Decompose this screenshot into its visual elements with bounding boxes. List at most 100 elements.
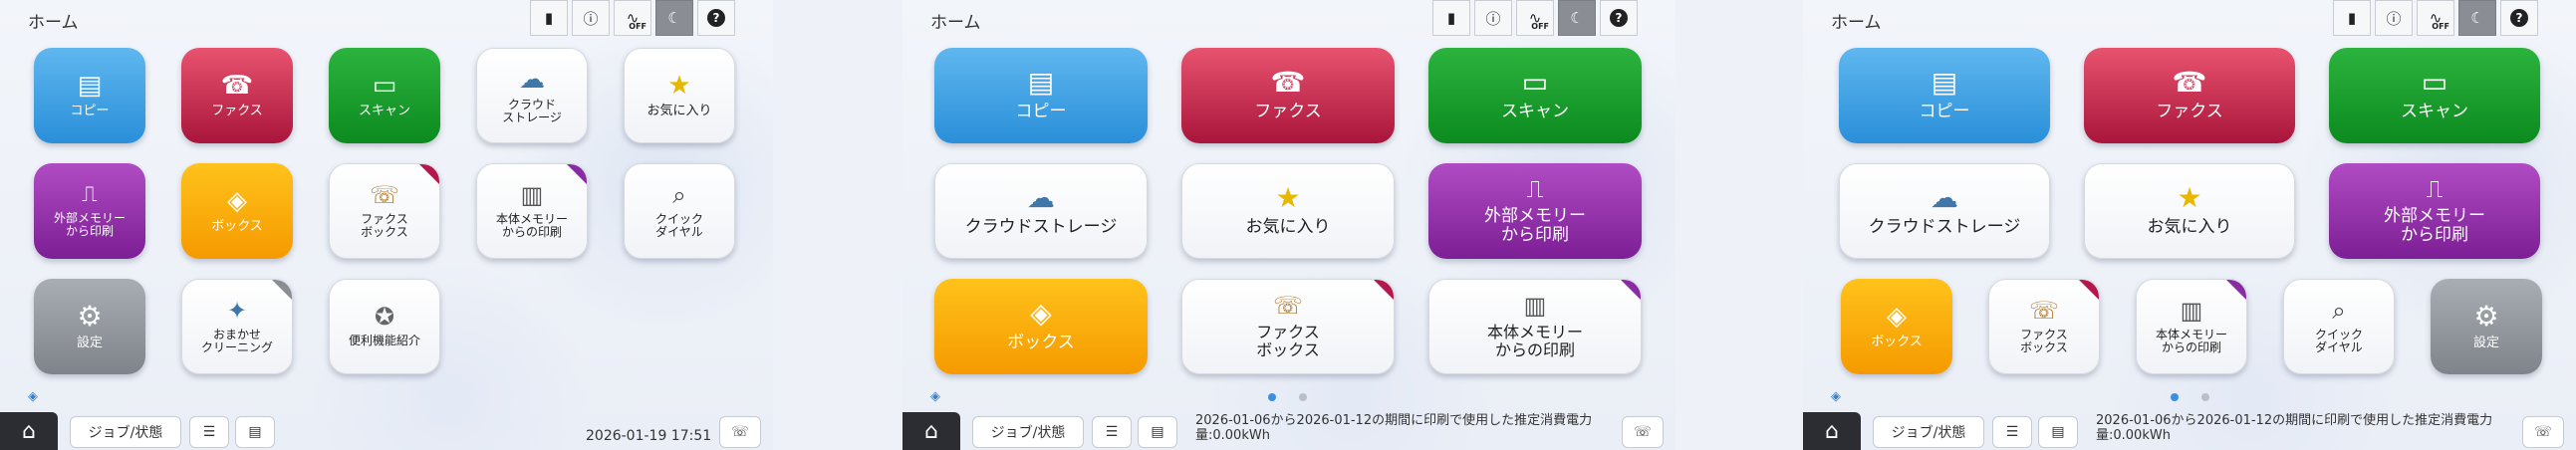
ink-info-icon[interactable]: ⓘ	[572, 0, 610, 36]
job-status-button[interactable]: ジョブ/状態	[972, 416, 1084, 448]
queue-button[interactable]: ▤	[2038, 416, 2078, 448]
box-tile[interactable]: ◈ ボックス	[934, 279, 1148, 374]
phone-icon: ☏	[731, 424, 749, 440]
home-screen-panel-3: ホーム ▮ ⓘ ∿ OFF ☾ ? ▤ コピー ☎ ファクス ▭ スキャン ☁ ク…	[1803, 0, 2576, 450]
home-icon: ⌂	[1825, 418, 1839, 444]
scan-icon: ▭	[372, 70, 397, 101]
scan-icon: ▭	[2421, 66, 2448, 100]
queue-button[interactable]: ▤	[235, 416, 275, 448]
help-icon[interactable]: ?	[1600, 0, 1638, 36]
ink-info-icon[interactable]: ⓘ	[1474, 0, 1512, 36]
wireless-off-icon[interactable]: ∿ OFF	[1516, 0, 1554, 36]
home-screen-panel-2: ホーム ▮ ⓘ ∿ OFF ☾ ? ▤ コピー ☎ ファクス ▭ スキャン ☁ ク…	[902, 0, 1675, 450]
memory-icon: ▥	[2180, 296, 2203, 325]
home-button[interactable]: ⌂	[902, 412, 960, 450]
favorite-star-icon: ★	[2177, 181, 2202, 215]
gear-icon: ⚙	[77, 299, 103, 333]
page-indicator[interactable]	[2201, 393, 2209, 401]
night-mode-icon[interactable]: ☾	[1558, 0, 1596, 36]
job-list-button[interactable]: ☰	[1092, 416, 1132, 448]
feature-intro-tile[interactable]: ✪ 便利機能紹介	[329, 279, 440, 374]
favorites-tile[interactable]: ★ お気に入り	[624, 48, 735, 143]
corner-badge	[1374, 280, 1394, 300]
home-button[interactable]: ⌂	[0, 412, 58, 450]
external-memory-print-tile[interactable]: ⎍ 外部メモリー から印刷	[2329, 163, 2540, 259]
favorites-tile[interactable]: ★ お気に入り	[2084, 163, 2295, 259]
fax-box-tile[interactable]: ☏ ファクス ボックス	[329, 163, 440, 259]
toner-status-icon[interactable]: ▮	[2333, 0, 2371, 36]
wireless-off-icon[interactable]: ∿ OFF	[2417, 0, 2454, 36]
box-icon: ◈	[1030, 297, 1052, 331]
fax-box-icon: ☏	[369, 180, 399, 209]
favorites-tile[interactable]: ★ お気に入り	[1181, 163, 1395, 259]
fax-box-tile[interactable]: ☏ ファクス ボックス	[1181, 279, 1395, 374]
job-list-button[interactable]: ☰	[1992, 416, 2032, 448]
tray-icon: ▤	[1151, 424, 1164, 440]
internal-memory-print-tile[interactable]: ▥ 本体メモリー からの印刷	[476, 163, 588, 259]
home-icon: ⌂	[924, 418, 938, 444]
cloud-storage-tile[interactable]: ☁ クラウドストレージ	[934, 163, 1148, 259]
toner-status-icon[interactable]: ▮	[530, 0, 568, 36]
corner-badge	[2226, 280, 2246, 300]
page-indicator-active[interactable]	[1268, 393, 1276, 401]
fax-tile[interactable]: ☎ ファクス	[2084, 48, 2295, 143]
ink-info-icon[interactable]: ⓘ	[2375, 0, 2413, 36]
phone-icon: ☏	[1634, 424, 1652, 440]
scan-tile[interactable]: ▭ スキャン	[329, 48, 440, 143]
auto-cleaning-tile[interactable]: ✦ おまかせ クリーニング	[181, 279, 293, 374]
queue-button[interactable]: ▤	[1138, 416, 1177, 448]
box-tile[interactable]: ◈ ボックス	[181, 163, 293, 259]
copy-tile[interactable]: ▤ コピー	[34, 48, 145, 143]
night-mode-icon[interactable]: ☾	[2458, 0, 2496, 36]
night-mode-icon[interactable]: ☾	[655, 0, 693, 36]
copy-tile[interactable]: ▤ コピー	[934, 48, 1148, 143]
fax-tile[interactable]: ☎ ファクス	[181, 48, 293, 143]
bottom-bar: ⌂ ジョブ/状態 ☰ ▤ 2026-01-19 17:51 ☏	[0, 412, 773, 450]
help-icon[interactable]: ?	[2500, 0, 2538, 36]
usb-icon: ⎍	[82, 181, 98, 207]
external-memory-print-tile[interactable]: ⎍ 外部メモリー から印刷	[1428, 163, 1642, 259]
job-status-label: ジョブ/状態	[1891, 425, 1966, 441]
cloud-storage-tile[interactable]: ☁ クラウド ストレージ	[476, 48, 588, 143]
fax-tile[interactable]: ☎ ファクス	[1181, 48, 1395, 143]
status-bar: ▮ ⓘ ∿ OFF ☾ ?	[526, 0, 735, 36]
box-tile[interactable]: ◈ ボックス	[1841, 279, 1952, 374]
home-button[interactable]: ⌂	[1803, 412, 1861, 450]
help-icon[interactable]: ?	[697, 0, 735, 36]
list-check-icon: ☰	[1105, 424, 1119, 440]
box-icon: ◈	[227, 185, 247, 216]
scan-tile[interactable]: ▭ スキャン	[2329, 48, 2540, 143]
job-status-button[interactable]: ジョブ/状態	[70, 416, 181, 448]
corner-badge	[2079, 280, 2099, 300]
internal-memory-print-tile[interactable]: ▥ 本体メモリー からの印刷	[2136, 279, 2247, 374]
list-check-icon: ☰	[202, 424, 216, 440]
internal-memory-print-tile[interactable]: ▥ 本体メモリー からの印刷	[1428, 279, 1642, 374]
quick-dial-tile[interactable]: ⌕ クイック ダイヤル	[2283, 279, 2395, 374]
page-indicator-active[interactable]	[2171, 393, 2179, 401]
wireless-off-icon[interactable]: ∿ OFF	[614, 0, 651, 36]
copy-tile[interactable]: ▤ コピー	[1839, 48, 2050, 143]
fax-dial-button[interactable]: ☏	[1622, 416, 1664, 448]
settings-tile[interactable]: ⚙ 設定	[34, 279, 145, 374]
home-icon: ⌂	[22, 418, 36, 444]
fax-dial-button[interactable]: ☏	[719, 416, 761, 448]
corner-badge	[567, 164, 587, 184]
job-list-button[interactable]: ☰	[189, 416, 229, 448]
bottom-bar: ⌂ ジョブ/状態 ☰ ▤ 2026-01-06から2026-01-12の期間に印…	[902, 412, 1675, 450]
settings-tile[interactable]: ⚙ 設定	[2431, 279, 2542, 374]
fax-box-tile[interactable]: ☏ ファクス ボックス	[1988, 279, 2100, 374]
page-indicator[interactable]	[1299, 393, 1307, 401]
job-status-button[interactable]: ジョブ/状態	[1873, 416, 1984, 448]
gear-icon: ⚙	[2473, 299, 2499, 333]
scan-tile[interactable]: ▭ スキャン	[1428, 48, 1642, 143]
toner-status-icon[interactable]: ▮	[1432, 0, 1470, 36]
quick-dial-tile[interactable]: ⌕ クイック ダイヤル	[624, 163, 735, 259]
cloud-storage-tile[interactable]: ☁ クラウドストレージ	[1839, 163, 2050, 259]
favorite-star-icon: ★	[667, 70, 691, 101]
external-memory-print-tile[interactable]: ⎍ 外部メモリー から印刷	[34, 163, 145, 259]
phone-icon: ☏	[2534, 424, 2552, 440]
fax-dial-button[interactable]: ☏	[2522, 416, 2564, 448]
tray-icon: ▤	[2051, 424, 2065, 440]
job-status-label: ジョブ/状態	[88, 425, 163, 441]
fax-box-icon: ☏	[2028, 296, 2059, 325]
